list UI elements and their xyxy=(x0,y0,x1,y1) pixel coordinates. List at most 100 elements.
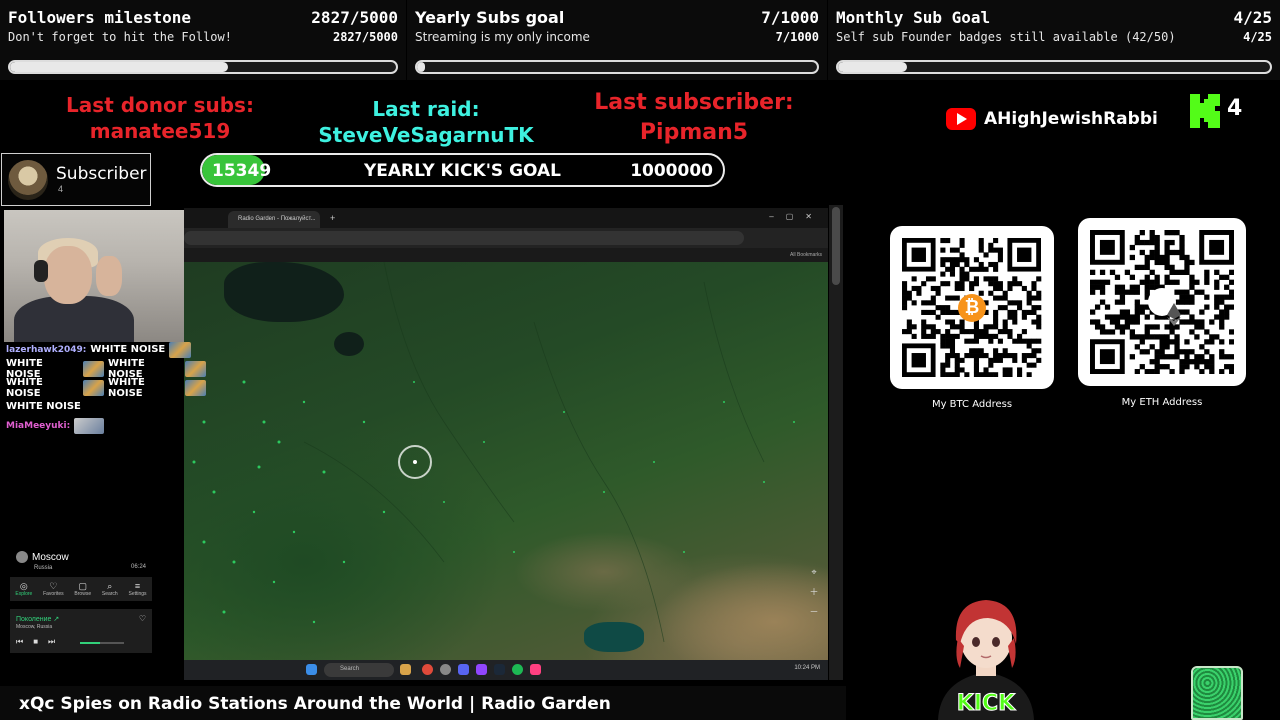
menu-settings[interactable]: ≡ Settings xyxy=(128,581,146,601)
vtuber-avatar: KICK xyxy=(938,600,1034,720)
favorite-heart-icon[interactable]: ♡ xyxy=(139,614,146,623)
explore-icon: ◎ xyxy=(19,581,28,591)
goal-progress-fill xyxy=(417,62,425,72)
ethereum-icon xyxy=(1148,288,1181,326)
goal-title: Monthly Sub Goal xyxy=(836,8,991,27)
scrollbar[interactable] xyxy=(829,205,843,680)
playback-controls[interactable]: ⏮■⏭ xyxy=(16,637,65,647)
player-location: Moscow xyxy=(16,551,69,563)
taskbar-search[interactable]: Search xyxy=(324,663,394,677)
youtube-icon xyxy=(946,108,976,130)
webcam-feed xyxy=(4,210,184,342)
chat-line: WHITE NOISE WHITE NOISE xyxy=(6,376,206,399)
taskbar-app-icon[interactable] xyxy=(530,664,541,675)
video-title: xQc Spies on Radio Stations Around the W… xyxy=(19,694,611,714)
new-tab-icon[interactable]: + xyxy=(330,213,335,223)
settings-icon: ≡ xyxy=(134,581,141,591)
scrollbar-thumb[interactable] xyxy=(832,207,840,285)
kick-logo-icon xyxy=(1190,94,1220,128)
btc-address-label: My BTC Address xyxy=(931,399,1013,410)
tab-bar: Radio Garden - Пожалуйст... + –▢✕ xyxy=(184,208,828,228)
taskbar-app-icon[interactable] xyxy=(476,664,487,675)
menu-label: Browse xyxy=(74,591,92,597)
last-raid-name: SteveVeSagarnuTK xyxy=(318,123,534,147)
emote-icon xyxy=(82,379,104,396)
emote-icon xyxy=(74,417,105,434)
goal-title: Yearly Subs goal xyxy=(415,8,565,27)
chat-line: WHITE NOISE xyxy=(6,397,206,416)
browser-window: Radio Garden - Пожалуйст... + –▢✕ All Bo… xyxy=(184,208,828,680)
station-location: Moscow, Russia xyxy=(16,624,53,630)
goal-count: 2827/5000 xyxy=(311,8,398,27)
taskbar-app-icon[interactable] xyxy=(458,664,469,675)
bookmarks-bar[interactable]: All Bookmarks xyxy=(184,248,828,262)
emote-icon xyxy=(184,360,206,377)
goal-progress-bar xyxy=(836,60,1272,74)
chat-emote-text: WHITE NOISE xyxy=(6,376,43,399)
taskbar-app-icon[interactable] xyxy=(440,664,451,675)
windows-start-icon[interactable] xyxy=(306,664,317,675)
emote-icon xyxy=(169,341,192,358)
chat-overlay: lazerhawk2049: WHITE NOISE WHITE NOISE WHI… xyxy=(6,340,206,435)
emote-icon xyxy=(82,360,104,377)
last-donor-alert: Last donor subs: manatee519 xyxy=(40,92,280,144)
radio-player-panel: Moscow Russia 06:24 ◎ Explore ♡ Favorites … xyxy=(10,547,152,655)
last-raid-label: Last raid: xyxy=(372,97,480,121)
steam-icon[interactable] xyxy=(494,664,505,675)
last-subscriber-name: Pipman5 xyxy=(639,120,749,145)
goal-progress-fill xyxy=(10,62,229,72)
radio-garden-map[interactable]: ⌖ ＋－ xyxy=(184,262,828,660)
avatar-shirt-text: KICK xyxy=(957,691,1016,716)
menu-label: Search xyxy=(101,591,118,597)
windows-taskbar: Search 10:24 PM xyxy=(184,660,828,680)
tab-radio-garden[interactable]: Radio Garden - Пожалуйст... xyxy=(228,211,320,228)
eth-qr-card xyxy=(1078,218,1246,386)
chat-emote-text: WHITE NOISE xyxy=(6,401,81,412)
browse-icon: ▢ xyxy=(78,581,88,591)
chat-line: MiaMeeyuki: xyxy=(6,416,206,435)
menu-search[interactable]: ⌕ Search xyxy=(102,581,118,601)
player-local-time: 06:24 xyxy=(130,564,146,570)
menu-favorites[interactable]: ♡ Favorites xyxy=(43,581,64,601)
chat-emote-text: WHITE NOISE xyxy=(90,344,166,355)
volume-slider[interactable] xyxy=(80,642,124,644)
webcam-person-hand xyxy=(96,256,122,296)
player-city: Moscow xyxy=(32,551,69,563)
now-playing-station: Поколение ↗ Moscow, Russia ♡ ⏮■⏭ xyxy=(10,609,152,653)
last-donor-label: Last donor subs: xyxy=(66,93,254,117)
menu-browse[interactable]: ▢ Browse xyxy=(74,581,91,601)
chrome-icon[interactable] xyxy=(422,664,433,675)
yearly-subs-goal: Yearly Subs goal 7/1000 Streaming is my … xyxy=(407,0,827,80)
last-subscriber-alert: Last subscriber: Pipman5 xyxy=(568,88,820,148)
menu-label: Explore xyxy=(15,591,33,597)
last-raid-alert: Last raid: SteveVeSagarnuTK xyxy=(296,96,556,148)
chat-line: WHITE NOISE WHITE NOISE xyxy=(6,358,206,380)
city-icon xyxy=(16,551,28,563)
kick-goal-target: 1000000 xyxy=(630,161,713,181)
spotify-icon[interactable] xyxy=(512,664,523,675)
location-pin-icon[interactable] xyxy=(398,445,432,479)
menu-explore[interactable]: ◎ Explore xyxy=(15,581,32,601)
chat-emote-text: WHITE NOISE xyxy=(108,376,145,399)
system-tray-time: 10:24 PM xyxy=(794,665,820,671)
eth-address-label: My ETH Address xyxy=(1121,397,1203,408)
goal-subtitle: Don't forget to hit the Follow! xyxy=(8,30,232,44)
kick-yearly-goal-bar: 15349 YEARLY KICK'S GOAL 1000000 xyxy=(200,153,725,187)
chat-line: lazerhawk2049: WHITE NOISE xyxy=(6,340,206,359)
kick-count: 4 xyxy=(1227,96,1243,121)
subscriber-card: Subscriber 4 xyxy=(1,153,151,206)
url-field[interactable] xyxy=(184,231,744,245)
btc-qr-card: ₿ xyxy=(890,226,1054,389)
window-controls[interactable]: –▢✕ xyxy=(769,212,824,221)
taskbar-app-icon[interactable] xyxy=(400,664,411,675)
map-controls[interactable]: ⌖ ＋－ xyxy=(808,562,820,622)
heart-icon: ♡ xyxy=(49,581,58,591)
goal-subtitle: Streaming is my only income xyxy=(415,30,590,44)
menu-label: Settings xyxy=(128,591,147,597)
player-country: Russia xyxy=(34,565,53,571)
subscriber-count: 4 xyxy=(58,184,64,194)
followers-goal: Followers milestone 2827/5000 Don't forg… xyxy=(0,0,406,80)
station-name[interactable]: Поколение ↗ xyxy=(16,615,59,623)
volume-fill xyxy=(80,642,100,644)
channel-name: AHighJewishRabbi xyxy=(984,109,1158,129)
